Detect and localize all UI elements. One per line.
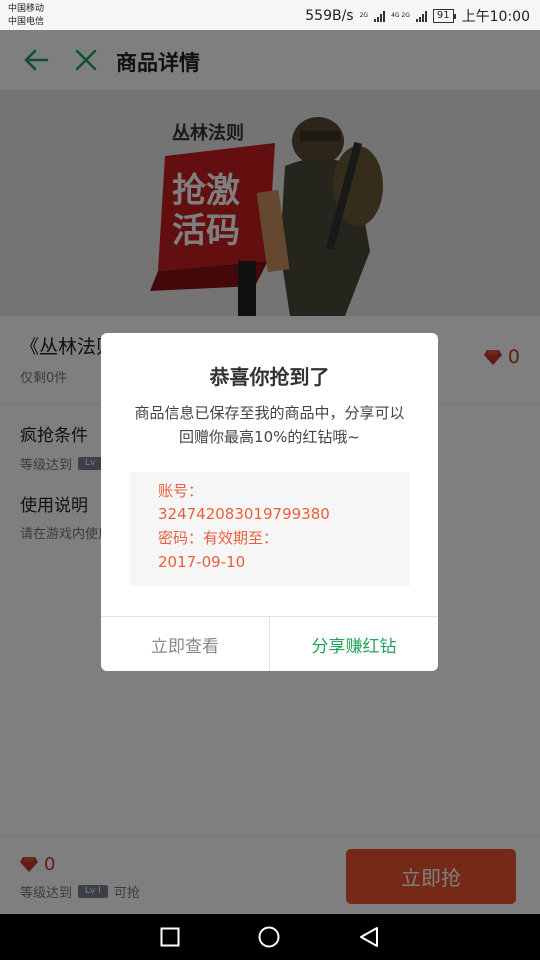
battery-level: 91 <box>432 9 454 23</box>
account-label: 账号： <box>158 482 204 500</box>
circle-home-icon <box>258 926 280 948</box>
signal-icon-2 <box>415 10 427 22</box>
dialog-message: 商品信息已保存至我的商品中，分享可以回赠你最高10%的红钻哦~ <box>134 404 405 446</box>
carrier-2: 中国电信 <box>8 17 45 27</box>
share-button[interactable]: 分享赚红钻 <box>270 617 438 671</box>
net-speed: 559B/s <box>305 8 354 24</box>
view-now-button[interactable]: 立即查看 <box>101 617 270 671</box>
success-dialog: 恭喜你抢到了 商品信息已保存至我的商品中，分享可以回赠你最高10%的红钻哦~ 账… <box>101 333 438 671</box>
net-type-1: 2G <box>359 12 369 19</box>
battery-icon: 91 <box>432 9 456 23</box>
triangle-back-icon <box>360 927 378 947</box>
nav-back-button[interactable] <box>358 926 380 952</box>
status-bar: 中国移动 中国电信 559B/s 2G 4G 2G 91 上午10:00 <box>0 0 540 30</box>
signal-icon <box>374 10 386 22</box>
account-value[interactable]: 324742083019799380 <box>158 503 330 526</box>
expiry-date: 2017-09-10 <box>158 553 246 571</box>
password-label: 密码：有效期至： <box>158 529 279 547</box>
dialog-title: 恭喜你抢到了 <box>209 365 330 389</box>
recents-button[interactable] <box>160 927 180 951</box>
dialog-actions: 立即查看 分享赚红钻 <box>101 616 438 671</box>
home-button[interactable] <box>258 926 280 952</box>
clock: 上午10:00 <box>461 9 530 25</box>
navigation-bar <box>0 914 540 960</box>
square-recents-icon <box>160 927 180 947</box>
status-indicators: 559B/s 2G 4G 2G 91 上午10:00 <box>305 6 530 26</box>
net-type-2: 4G 2G <box>391 12 410 19</box>
carrier-1: 中国移动 <box>8 4 45 14</box>
